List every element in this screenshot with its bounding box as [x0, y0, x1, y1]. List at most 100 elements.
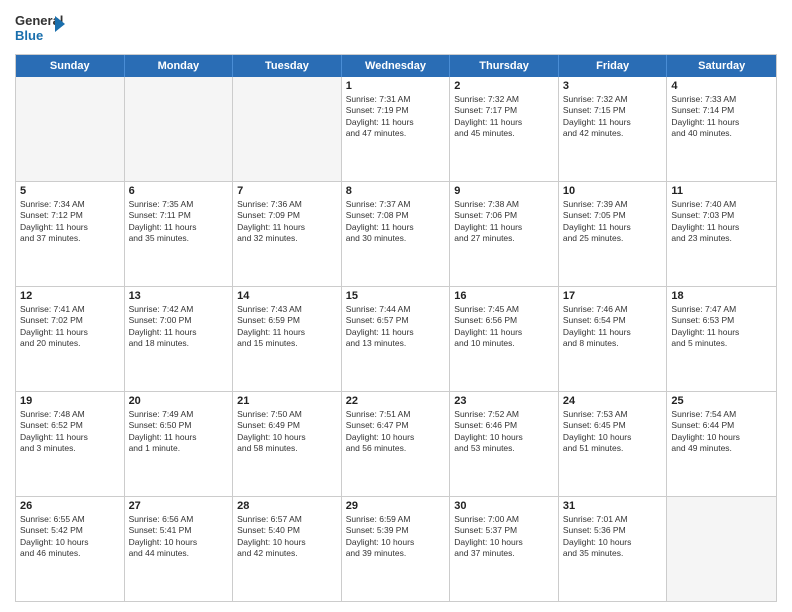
logo-svg: GeneralBlue [15, 10, 65, 46]
cell-info: Sunrise: 7:32 AMSunset: 7:15 PMDaylight:… [563, 94, 663, 140]
cell-info: Sunrise: 7:41 AMSunset: 7:02 PMDaylight:… [20, 304, 120, 350]
cal-cell-12: 12 Sunrise: 7:41 AMSunset: 7:02 PMDayligh… [16, 287, 125, 391]
cal-cell-9: 9 Sunrise: 7:38 AMSunset: 7:06 PMDaylight… [450, 182, 559, 286]
cal-cell-30: 30Sunrise: 7:00 AMSunset: 5:37 PMDayligh… [450, 497, 559, 601]
cal-cell-4: 4 Sunrise: 7:33 AMSunset: 7:14 PMDaylight… [667, 77, 776, 181]
day-number: 15 [346, 290, 446, 302]
logo: GeneralBlue [15, 10, 65, 46]
cell-info: Sunrise: 7:46 AMSunset: 6:54 PMDaylight:… [563, 304, 663, 350]
day-number: 31 [563, 500, 663, 512]
cal-row-4: 26 Sunrise: 6:55 AMSunset: 5:42 PMDayligh… [16, 496, 776, 601]
cell-info: Sunrise: 7:33 AMSunset: 7:14 PMDaylight:… [671, 94, 772, 140]
day-number: 7 [237, 185, 337, 197]
day-number: 9 [454, 185, 554, 197]
cal-cell-empty-1 [125, 77, 234, 181]
cal-cell-29: 29 Sunrise: 6:59 AMSunset: 5:39 PMDayligh… [342, 497, 451, 601]
cell-info: Sunrise: 6:59 AMSunset: 5:39 PMDaylight:… [346, 514, 446, 560]
day-number: 16 [454, 290, 554, 302]
cal-cell-25: 25 Sunrise: 7:54 AMSunset: 6:44 PMDayligh… [667, 392, 776, 496]
cell-info: Sunrise: 7:37 AMSunset: 7:08 PMDaylight:… [346, 199, 446, 245]
header-cell-thursday: Thursday [450, 55, 559, 77]
cal-cell-empty-0 [16, 77, 125, 181]
day-number: 14 [237, 290, 337, 302]
cell-info: Sunrise: 6:57 AMSunset: 5:40 PMDaylight:… [237, 514, 337, 560]
day-number: 6 [129, 185, 229, 197]
day-number: 8 [346, 185, 446, 197]
cell-info: Sunrise: 7:31 AMSunset: 7:19 PMDaylight:… [346, 94, 446, 140]
cal-cell-empty-6 [667, 497, 776, 601]
day-number: 20 [129, 395, 229, 407]
cal-cell-27: 27 Sunrise: 6:56 AMSunset: 5:41 PMDayligh… [125, 497, 234, 601]
cell-info: Sunrise: 7:51 AMSunset: 6:47 PMDaylight:… [346, 409, 446, 455]
cal-cell-1: 1 Sunrise: 7:31 AMSunset: 7:19 PMDaylight… [342, 77, 451, 181]
day-number: 4 [671, 80, 772, 92]
cell-info: Sunrise: 6:55 AMSunset: 5:42 PMDaylight:… [20, 514, 120, 560]
day-number: 26 [20, 500, 120, 512]
cell-info: Sunrise: 6:56 AMSunset: 5:41 PMDaylight:… [129, 514, 229, 560]
cal-row-2: 12 Sunrise: 7:41 AMSunset: 7:02 PMDayligh… [16, 286, 776, 391]
cal-cell-19: 19 Sunrise: 7:48 AMSunset: 6:52 PMDayligh… [16, 392, 125, 496]
day-number: 1 [346, 80, 446, 92]
cell-info: Sunrise: 7:36 AMSunset: 7:09 PMDaylight:… [237, 199, 337, 245]
cal-cell-13: 13 Sunrise: 7:42 AMSunset: 7:00 PMDayligh… [125, 287, 234, 391]
cal-row-0: 1 Sunrise: 7:31 AMSunset: 7:19 PMDaylight… [16, 77, 776, 181]
day-number: 29 [346, 500, 446, 512]
cal-cell-17: 17 Sunrise: 7:46 AMSunset: 6:54 PMDayligh… [559, 287, 668, 391]
day-number: 17 [563, 290, 663, 302]
cal-cell-26: 26 Sunrise: 6:55 AMSunset: 5:42 PMDayligh… [16, 497, 125, 601]
cal-cell-8: 8 Sunrise: 7:37 AMSunset: 7:08 PMDaylight… [342, 182, 451, 286]
cal-cell-7: 7 Sunrise: 7:36 AMSunset: 7:09 PMDaylight… [233, 182, 342, 286]
cell-info: Sunrise: 7:35 AMSunset: 7:11 PMDaylight:… [129, 199, 229, 245]
svg-text:Blue: Blue [15, 28, 43, 43]
day-number: 3 [563, 80, 663, 92]
calendar: SundayMondayTuesdayWednesdayThursdayFrid… [15, 54, 777, 602]
day-number: 24 [563, 395, 663, 407]
cell-info: Sunrise: 7:48 AMSunset: 6:52 PMDaylight:… [20, 409, 120, 455]
cal-row-3: 19 Sunrise: 7:48 AMSunset: 6:52 PMDayligh… [16, 391, 776, 496]
header: GeneralBlue [15, 10, 777, 46]
day-number: 25 [671, 395, 772, 407]
day-number: 2 [454, 80, 554, 92]
cal-cell-18: 18Sunrise: 7:47 AMSunset: 6:53 PMDayligh… [667, 287, 776, 391]
cell-info: Sunrise: 7:44 AMSunset: 6:57 PMDaylight:… [346, 304, 446, 350]
header-cell-saturday: Saturday [667, 55, 776, 77]
cell-info: Sunrise: 7:43 AMSunset: 6:59 PMDaylight:… [237, 304, 337, 350]
header-cell-tuesday: Tuesday [233, 55, 342, 77]
day-number: 13 [129, 290, 229, 302]
day-number: 12 [20, 290, 120, 302]
page: GeneralBlue SundayMondayTuesdayWednesday… [0, 0, 792, 612]
calendar-header: SundayMondayTuesdayWednesdayThursdayFrid… [16, 55, 776, 77]
cal-cell-24: 24 Sunrise: 7:53 AMSunset: 6:45 PMDayligh… [559, 392, 668, 496]
day-number: 22 [346, 395, 446, 407]
header-cell-monday: Monday [125, 55, 234, 77]
cell-info: Sunrise: 7:42 AMSunset: 7:00 PMDaylight:… [129, 304, 229, 350]
cal-cell-3: 3 Sunrise: 7:32 AMSunset: 7:15 PMDaylight… [559, 77, 668, 181]
cell-info: Sunrise: 7:00 AMSunset: 5:37 PMDaylight:… [454, 514, 554, 560]
day-number: 19 [20, 395, 120, 407]
cal-cell-31: 31Sunrise: 7:01 AMSunset: 5:36 PMDayligh… [559, 497, 668, 601]
day-number: 11 [671, 185, 772, 197]
cal-cell-5: 5Sunrise: 7:34 AMSunset: 7:12 PMDaylight… [16, 182, 125, 286]
cell-info: Sunrise: 7:39 AMSunset: 7:05 PMDaylight:… [563, 199, 663, 245]
cal-row-1: 5Sunrise: 7:34 AMSunset: 7:12 PMDaylight… [16, 181, 776, 286]
day-number: 23 [454, 395, 554, 407]
day-number: 18 [671, 290, 772, 302]
cell-info: Sunrise: 7:32 AMSunset: 7:17 PMDaylight:… [454, 94, 554, 140]
cell-info: Sunrise: 7:54 AMSunset: 6:44 PMDaylight:… [671, 409, 772, 455]
cal-cell-6: 6 Sunrise: 7:35 AMSunset: 7:11 PMDaylight… [125, 182, 234, 286]
day-number: 10 [563, 185, 663, 197]
cell-info: Sunrise: 7:38 AMSunset: 7:06 PMDaylight:… [454, 199, 554, 245]
cal-cell-21: 21Sunrise: 7:50 AMSunset: 6:49 PMDayligh… [233, 392, 342, 496]
cal-cell-10: 10 Sunrise: 7:39 AMSunset: 7:05 PMDayligh… [559, 182, 668, 286]
cal-cell-23: 23 Sunrise: 7:52 AMSunset: 6:46 PMDayligh… [450, 392, 559, 496]
cal-cell-16: 16Sunrise: 7:45 AMSunset: 6:56 PMDayligh… [450, 287, 559, 391]
day-number: 27 [129, 500, 229, 512]
day-number: 28 [237, 500, 337, 512]
day-number: 21 [237, 395, 337, 407]
cal-cell-22: 22 Sunrise: 7:51 AMSunset: 6:47 PMDayligh… [342, 392, 451, 496]
cal-cell-28: 28 Sunrise: 6:57 AMSunset: 5:40 PMDayligh… [233, 497, 342, 601]
cell-info: Sunrise: 7:53 AMSunset: 6:45 PMDaylight:… [563, 409, 663, 455]
day-number: 5 [20, 185, 120, 197]
cal-cell-15: 15 Sunrise: 7:44 AMSunset: 6:57 PMDayligh… [342, 287, 451, 391]
cell-info: Sunrise: 7:52 AMSunset: 6:46 PMDaylight:… [454, 409, 554, 455]
